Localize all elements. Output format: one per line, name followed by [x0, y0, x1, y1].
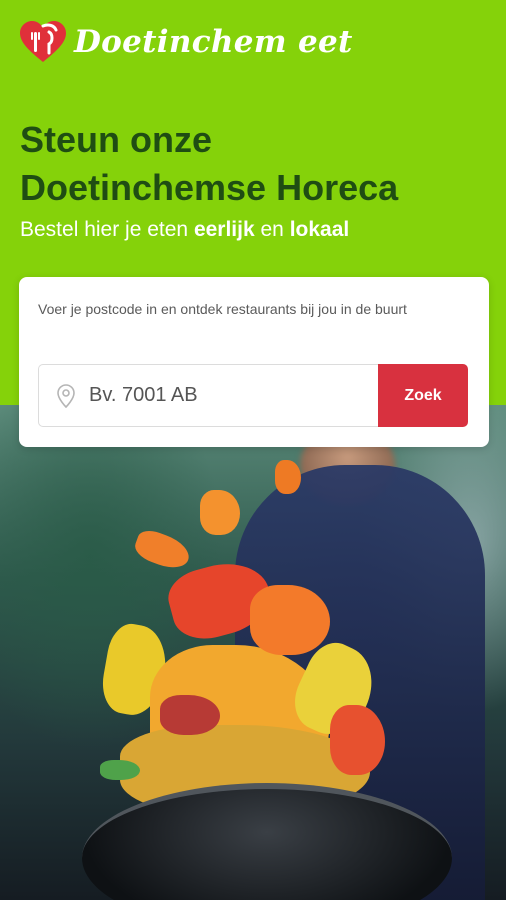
- tagline-prefix: Bestel hier je eten: [20, 218, 194, 241]
- veg-piece: [330, 705, 385, 775]
- location-pin-icon: [57, 383, 75, 408]
- tagline-bold-eerlijk: eerlijk: [193, 218, 255, 241]
- search-button[interactable]: Zoek: [378, 364, 468, 427]
- tagline-bold-lokaal: lokaal: [289, 218, 350, 241]
- search-row: Zoek: [38, 364, 468, 427]
- tagline: Bestel hier je eten eerlijk en lokaal: [20, 218, 349, 242]
- page-title: Steun onze Doetinchemse Horeca: [20, 116, 490, 212]
- veg-piece: [131, 526, 194, 574]
- hero-photo: [0, 405, 506, 900]
- veg-piece: [160, 695, 220, 735]
- headline-line1: Steun onze: [20, 119, 213, 160]
- brand-logo[interactable]: Doetinchem eet: [18, 20, 353, 64]
- tagline-middle: en: [254, 218, 290, 241]
- veg-piece: [250, 585, 330, 655]
- veg-piece: [200, 490, 240, 535]
- heart-fork-knife-icon: [20, 21, 66, 62]
- postcode-field[interactable]: [38, 364, 378, 427]
- search-intro: Voer je postcode in en ontdek restaurant…: [38, 301, 407, 317]
- veg-piece: [275, 460, 301, 494]
- veg-piece: [100, 760, 140, 780]
- postcode-input[interactable]: [89, 384, 349, 407]
- brand-name: Doetinchem eet: [74, 24, 353, 60]
- headline-line2: Doetinchemse Horeca: [20, 167, 399, 208]
- postcode-search-card: Voer je postcode in en ontdek restaurant…: [19, 277, 489, 447]
